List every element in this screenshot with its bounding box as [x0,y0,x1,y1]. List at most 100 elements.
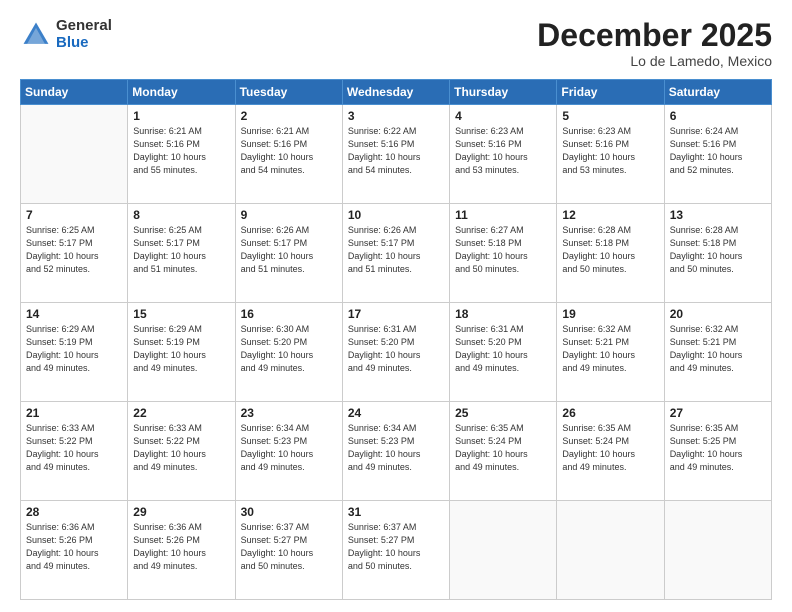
day-info: Sunrise: 6:26 AM Sunset: 5:17 PM Dayligh… [241,224,337,276]
day-number: 20 [670,307,766,321]
calendar-table: SundayMondayTuesdayWednesdayThursdayFrid… [20,79,772,600]
day-info: Sunrise: 6:22 AM Sunset: 5:16 PM Dayligh… [348,125,444,177]
calendar-cell: 23 Sunrise: 6:34 AM Sunset: 5:23 PM Dayli… [235,402,342,501]
calendar-cell: 27 Sunrise: 6:35 AM Sunset: 5:25 PM Dayli… [664,402,771,501]
day-info: Sunrise: 6:21 AM Sunset: 5:16 PM Dayligh… [133,125,229,177]
calendar-cell: 18Sunrise: 6:31 AM Sunset: 5:20 PM Dayli… [450,303,557,402]
day-number: 22 [133,406,229,420]
calendar-cell: 2Sunrise: 6:21 AM Sunset: 5:16 PM Daylig… [235,105,342,204]
calendar-cell: 24Sunrise: 6:34 AM Sunset: 5:23 PM Dayli… [342,402,449,501]
day-number: 2 [241,109,337,123]
calendar-header-row: SundayMondayTuesdayWednesdayThursdayFrid… [21,80,772,105]
day-number: 9 [241,208,337,222]
day-info: Sunrise: 6:32 AM Sunset: 5:21 PM Dayligh… [670,323,766,375]
day-number: 12 [562,208,658,222]
calendar-cell [557,501,664,600]
calendar-cell: 11 Sunrise: 6:27 AM Sunset: 5:18 PM Dayli… [450,204,557,303]
day-info: Sunrise: 6:25 AM Sunset: 5:17 PM Dayligh… [26,224,122,276]
month-title: December 2025 [537,18,772,53]
day-info: Sunrise: 6:37 AM Sunset: 5:27 PM Dayligh… [241,521,337,573]
calendar-cell: 26 Sunrise: 6:35 AM Sunset: 5:24 PM Dayli… [557,402,664,501]
calendar-cell [664,501,771,600]
logo-general: General [56,18,112,35]
day-number: 27 [670,406,766,420]
day-info: Sunrise: 6:31 AM Sunset: 5:20 PM Dayligh… [348,323,444,375]
calendar-cell: 12Sunrise: 6:28 AM Sunset: 5:18 PM Dayli… [557,204,664,303]
day-info: Sunrise: 6:36 AM Sunset: 5:26 PM Dayligh… [133,521,229,573]
calendar-week-2: 14 Sunrise: 6:29 AM Sunset: 5:19 PM Dayli… [21,303,772,402]
day-number: 4 [455,109,551,123]
calendar-cell: 28Sunrise: 6:36 AM Sunset: 5:26 PM Dayli… [21,501,128,600]
calendar-cell: 29 Sunrise: 6:36 AM Sunset: 5:26 PM Dayli… [128,501,235,600]
day-number: 16 [241,307,337,321]
day-number: 31 [348,505,444,519]
calendar-cell: 19 Sunrise: 6:32 AM Sunset: 5:21 PM Dayli… [557,303,664,402]
calendar-cell: 3 Sunrise: 6:22 AM Sunset: 5:16 PM Daylig… [342,105,449,204]
logo-text: General Blue [56,18,112,51]
day-number: 21 [26,406,122,420]
day-number: 8 [133,208,229,222]
logo-icon [20,19,52,51]
calendar-week-1: 7Sunrise: 6:25 AM Sunset: 5:17 PM Daylig… [21,204,772,303]
day-number: 19 [562,307,658,321]
calendar-cell: 1Sunrise: 6:21 AM Sunset: 5:16 PM Daylig… [128,105,235,204]
calendar-week-3: 21 Sunrise: 6:33 AM Sunset: 5:22 PM Dayli… [21,402,772,501]
calendar-cell: 31 Sunrise: 6:37 AM Sunset: 5:27 PM Dayli… [342,501,449,600]
day-number: 10 [348,208,444,222]
day-info: Sunrise: 6:23 AM Sunset: 5:16 PM Dayligh… [455,125,551,177]
weekday-header-thursday: Thursday [450,80,557,105]
day-number: 26 [562,406,658,420]
header: General Blue December 2025 Lo de Lamedo,… [20,18,772,69]
day-number: 30 [241,505,337,519]
day-info: Sunrise: 6:32 AM Sunset: 5:21 PM Dayligh… [562,323,658,375]
day-number: 15 [133,307,229,321]
calendar-cell: 5Sunrise: 6:23 AM Sunset: 5:16 PM Daylig… [557,105,664,204]
day-number: 18 [455,307,551,321]
calendar-cell: 22Sunrise: 6:33 AM Sunset: 5:22 PM Dayli… [128,402,235,501]
calendar-cell: 6 Sunrise: 6:24 AM Sunset: 5:16 PM Daylig… [664,105,771,204]
calendar-cell: 30 Sunrise: 6:37 AM Sunset: 5:27 PM Dayli… [235,501,342,600]
calendar-cell: 7Sunrise: 6:25 AM Sunset: 5:17 PM Daylig… [21,204,128,303]
day-info: Sunrise: 6:33 AM Sunset: 5:22 PM Dayligh… [26,422,122,474]
weekday-header-monday: Monday [128,80,235,105]
day-number: 29 [133,505,229,519]
calendar-cell: 4 Sunrise: 6:23 AM Sunset: 5:16 PM Daylig… [450,105,557,204]
calendar-cell: 20 Sunrise: 6:32 AM Sunset: 5:21 PM Dayli… [664,303,771,402]
weekday-header-saturday: Saturday [664,80,771,105]
location: Lo de Lamedo, Mexico [537,53,772,69]
title-block: December 2025 Lo de Lamedo, Mexico [537,18,772,69]
day-number: 14 [26,307,122,321]
day-number: 23 [241,406,337,420]
logo: General Blue [20,18,112,51]
weekday-header-wednesday: Wednesday [342,80,449,105]
calendar-week-4: 28 Sunrise: 6:36 AM Sunset: 5:26 PM Dayli… [21,501,772,600]
calendar-cell: 16Sunrise: 6:30 AM Sunset: 5:20 PM Dayli… [235,303,342,402]
day-number: 6 [670,109,766,123]
calendar-cell: 25Sunrise: 6:35 AM Sunset: 5:24 PM Dayli… [450,402,557,501]
calendar-cell: 14Sunrise: 6:29 AM Sunset: 5:19 PM Dayli… [21,303,128,402]
day-info: Sunrise: 6:35 AM Sunset: 5:25 PM Dayligh… [670,422,766,474]
day-info: Sunrise: 6:24 AM Sunset: 5:16 PM Dayligh… [670,125,766,177]
calendar-cell: 17 Sunrise: 6:31 AM Sunset: 5:20 PM Dayli… [342,303,449,402]
day-info: Sunrise: 6:29 AM Sunset: 5:19 PM Dayligh… [133,323,229,375]
day-info: Sunrise: 6:25 AM Sunset: 5:17 PM Dayligh… [133,224,229,276]
day-info: Sunrise: 6:27 AM Sunset: 5:18 PM Dayligh… [455,224,551,276]
weekday-header-friday: Friday [557,80,664,105]
day-info: Sunrise: 6:26 AM Sunset: 5:17 PM Dayligh… [348,224,444,276]
calendar-cell: 10 Sunrise: 6:26 AM Sunset: 5:17 PM Dayli… [342,204,449,303]
day-info: Sunrise: 6:28 AM Sunset: 5:18 PM Dayligh… [670,224,766,276]
day-number: 3 [348,109,444,123]
weekday-header-sunday: Sunday [21,80,128,105]
day-info: Sunrise: 6:34 AM Sunset: 5:23 PM Dayligh… [241,422,337,474]
calendar-week-0: 1Sunrise: 6:21 AM Sunset: 5:16 PM Daylig… [21,105,772,204]
day-info: Sunrise: 6:35 AM Sunset: 5:24 PM Dayligh… [562,422,658,474]
calendar-cell [21,105,128,204]
day-number: 11 [455,208,551,222]
page: General Blue December 2025 Lo de Lamedo,… [0,0,792,612]
logo-blue: Blue [56,35,112,52]
day-number: 25 [455,406,551,420]
day-number: 17 [348,307,444,321]
day-number: 28 [26,505,122,519]
day-info: Sunrise: 6:37 AM Sunset: 5:27 PM Dayligh… [348,521,444,573]
day-info: Sunrise: 6:34 AM Sunset: 5:23 PM Dayligh… [348,422,444,474]
